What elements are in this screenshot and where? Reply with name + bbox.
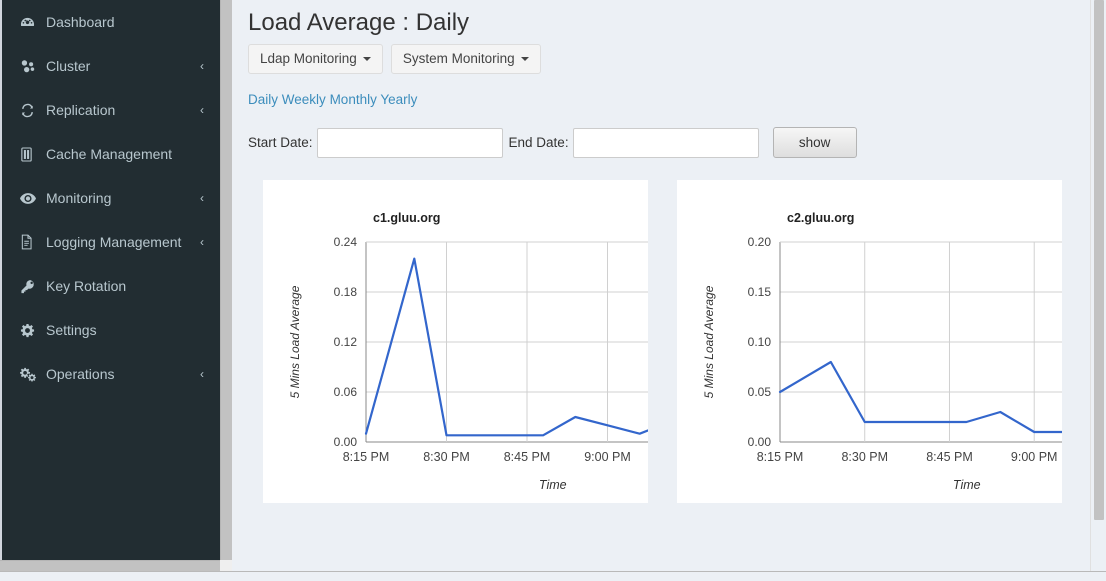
chart-panel-c2: c2.gluu.org 0.00 0.05 0.10 0.15 0.20 8:15 PM 8:… [677, 180, 1062, 503]
y-axis-tick-label: 0.15 [748, 285, 772, 299]
gears-icon [20, 367, 42, 382]
chart-title: c1.gluu.org [373, 211, 440, 225]
series-line-0 [778, 360, 1062, 434]
y-axis-tick-label: 0.06 [334, 385, 358, 399]
chart-title: c2.gluu.org [787, 211, 854, 225]
sidebar-item-key-rotation[interactable]: Key Rotation [2, 264, 220, 308]
replication-icon [20, 103, 42, 118]
chart-svg: c2.gluu.org 0.00 0.05 0.10 0.15 0.20 8:15 PM 8:… [702, 211, 1062, 492]
system-monitoring-dropdown-button[interactable]: System Monitoring [390, 44, 541, 75]
series-line-0 [364, 257, 648, 437]
sidebar-item-operations[interactable]: Operations ‹ [2, 352, 220, 396]
y-axis-title: 5 Mins Load Average [288, 285, 302, 398]
chart-panel-c1: c1.gluu.org 0.00 0.06 0.12 0.18 0.24 8:15 PM 8:… [263, 180, 648, 503]
gear-icon [20, 323, 42, 338]
y-axis-tick-label: 0.00 [748, 435, 772, 449]
chevron-left-icon: ‹ [200, 367, 204, 381]
x-axis-title: Time [539, 478, 567, 492]
sidebar-item-monitoring[interactable]: Monitoring ‹ [2, 176, 220, 220]
ldap-monitoring-label: Ldap Monitoring [260, 51, 357, 66]
file-icon [20, 234, 42, 250]
sidebar-item-dashboard[interactable]: Dashboard [2, 0, 220, 44]
y-axis-tick-label: 0.24 [334, 235, 358, 249]
sidebar-item-label: Cache Management [46, 146, 173, 162]
y-axis-tick-label: 0.10 [748, 335, 772, 349]
period-link-daily[interactable]: Daily [248, 92, 278, 107]
sidebar-item-cache-management[interactable]: Cache Management [2, 132, 220, 176]
sidebar-item-label: Key Rotation [46, 278, 127, 294]
y-axis-tick-label: 0.12 [334, 335, 358, 349]
system-monitoring-label: System Monitoring [402, 51, 515, 66]
period-link-monthly[interactable]: Monthly [330, 92, 377, 107]
sidebar-item-label: Dashboard [46, 14, 115, 30]
start-date-input[interactable] [316, 127, 503, 158]
window-bottom-edge [0, 571, 1106, 581]
show-button[interactable]: show [772, 127, 857, 159]
content-area: Load Average : Daily Ldap Monitoring Sys… [232, 0, 1090, 581]
sidebar-item-replication[interactable]: Replication ‹ [2, 88, 220, 132]
chevron-left-icon: ‹ [200, 191, 204, 205]
x-axis-tick-label: 8:45 PM [504, 450, 551, 464]
sidebar-item-logging-management[interactable]: Logging Management ‹ [2, 220, 220, 264]
sidebar-horizontal-scrollbar-thumb[interactable] [0, 560, 220, 571]
eye-icon [20, 192, 42, 205]
period-link-group: Daily Weekly Monthly Yearly [232, 74, 1090, 107]
page-vertical-scrollbar-thumb[interactable] [1094, 0, 1104, 520]
ldap-monitoring-dropdown-button[interactable]: Ldap Monitoring [248, 44, 383, 75]
x-axis-tick-label: 8:45 PM [926, 450, 973, 464]
chevron-left-icon: ‹ [200, 103, 204, 117]
sidebar-item-label: Cluster [46, 58, 91, 74]
sidebar-item-cluster[interactable]: Cluster ‹ [2, 44, 220, 88]
sidebar-item-label: Logging Management [46, 234, 182, 250]
start-date-label: Start Date: [248, 135, 313, 151]
chart-svg: c1.gluu.org 0.00 0.06 0.12 0.18 0.24 8:15 PM 8:… [288, 211, 648, 492]
x-axis-tick-label: 8:15 PM [757, 450, 804, 464]
cache-icon [20, 146, 42, 162]
period-link-yearly[interactable]: Yearly [380, 92, 417, 107]
y-axis-title: 5 Mins Load Average [702, 285, 716, 398]
x-axis-tick-label: 9:00 PM [1011, 450, 1058, 464]
dashboard-icon [20, 15, 42, 30]
page-title: Load Average : Daily [248, 9, 470, 36]
y-axis-tick-label: 0.18 [334, 285, 358, 299]
main-sidebar: Dashboard Cluster ‹ Replication ‹ Cache Manag… [0, 0, 220, 560]
period-link-weekly[interactable]: Weekly [282, 92, 326, 107]
x-axis-tick-label: 8:30 PM [423, 450, 470, 464]
sidebar-vertical-scrollbar[interactable] [220, 0, 232, 560]
chevron-left-icon: ‹ [200, 59, 204, 73]
chevron-left-icon: ‹ [200, 235, 204, 249]
key-icon [20, 279, 42, 294]
sidebar-region: Dashboard Cluster ‹ Replication ‹ Cache Manag… [0, 0, 232, 571]
sidebar-item-label: Replication [46, 102, 116, 118]
x-axis-tick-label: 9:00 PM [584, 450, 631, 464]
sidebar-item-label: Monitoring [46, 190, 112, 206]
end-date-label: End Date: [508, 135, 569, 151]
monitoring-button-group: Ldap Monitoring System Monitoring [232, 38, 1090, 75]
chevron-down-icon [520, 57, 529, 62]
y-axis-tick-label: 0.05 [748, 385, 772, 399]
chevron-down-icon [362, 57, 371, 62]
page-vertical-scrollbar[interactable] [1090, 0, 1106, 571]
end-date-input[interactable] [572, 127, 759, 158]
sidebar-item-label: Operations [46, 366, 115, 382]
x-axis-tick-label: 8:15 PM [343, 450, 390, 464]
y-axis-tick-label: 0.00 [334, 435, 358, 449]
x-axis-tick-label: 8:30 PM [841, 450, 888, 464]
application-window: Dashboard Cluster ‹ Replication ‹ Cache Manag… [0, 0, 1106, 581]
sidebar-item-settings[interactable]: Settings [2, 308, 220, 352]
date-filter-form: Start Date: End Date: show [232, 107, 1090, 159]
cluster-icon [20, 59, 42, 74]
y-axis-tick-label: 0.20 [748, 235, 772, 249]
sidebar-vertical-scrollbar-thumb[interactable] [220, 0, 232, 560]
x-axis-title: Time [953, 478, 981, 492]
sidebar-horizontal-scrollbar[interactable] [0, 560, 232, 571]
sidebar-item-label: Settings [46, 322, 97, 338]
charts-container: c1.gluu.org 0.00 0.06 0.12 0.18 0.24 8:15 PM 8:… [232, 180, 1090, 505]
